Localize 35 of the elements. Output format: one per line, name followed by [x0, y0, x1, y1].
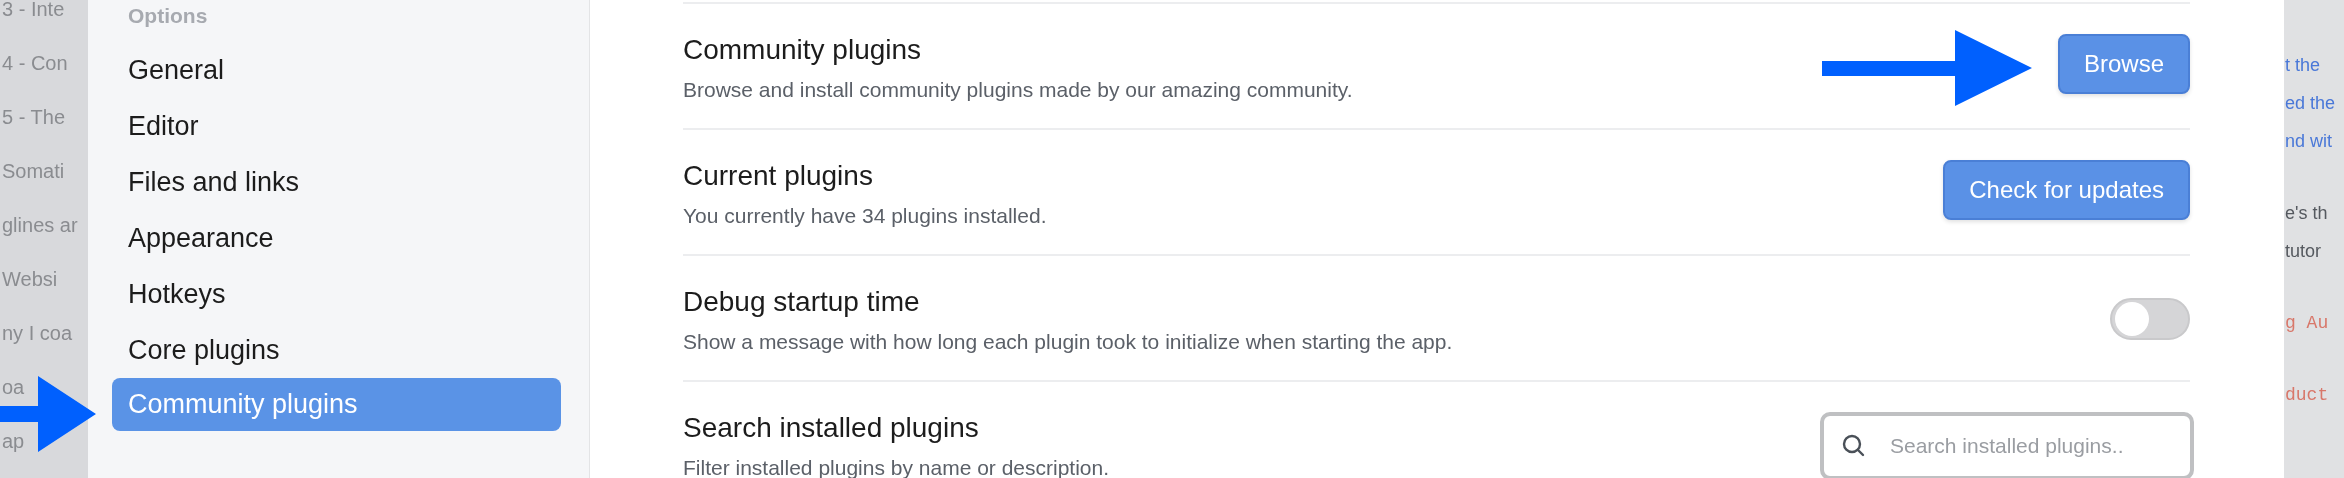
background-text: duct [2284, 384, 2329, 407]
sidebar-item[interactable]: General [112, 42, 561, 98]
setting-description: Show a message with how long each plugin took to initialize when starting the app. [683, 330, 1453, 354]
background-text: glines ar [1, 213, 78, 238]
arrow-icon [1822, 30, 2032, 106]
search-field[interactable]: Search installed plugins.. [1820, 412, 2194, 478]
toggle-switch[interactable] [2110, 298, 2190, 340]
setting-title: Current plugins [683, 160, 874, 192]
setting-title: Debug startup time [683, 286, 921, 318]
background-text: 5 - The [1, 105, 65, 130]
background-text: 4 - Con [1, 51, 68, 76]
background-text: nd wit [2284, 130, 2333, 153]
background-text: Somati [1, 159, 65, 184]
search-icon [1842, 434, 1866, 458]
background-text: 3 - Inte [1, 0, 65, 22]
setting-description: Browse and install community plugins made by our amazing community. [683, 78, 1353, 102]
sidebar-item[interactable]: Editor [112, 98, 561, 154]
sidebar-heading: Options [127, 3, 209, 29]
background-text: tutor [2284, 240, 2322, 263]
background-text: oa [1, 375, 25, 400]
sidebar-item[interactable]: Files and links [112, 154, 561, 210]
sidebar-item[interactable]: Hotkeys [112, 266, 561, 322]
background-text: Websi [1, 267, 58, 292]
setting-description: You currently have 34 plugins installed. [683, 204, 1047, 228]
sidebar-item[interactable]: Appearance [112, 210, 561, 266]
background-text: t the [2284, 54, 2321, 77]
setting-title: Search installed plugins [683, 412, 980, 444]
background-text: ap [1, 429, 25, 454]
background-text: ny I coa [1, 321, 73, 346]
background-text: e's th [2284, 202, 2328, 225]
sidebar-item[interactable]: Core plugins [112, 322, 561, 378]
background-text: ed the [2284, 92, 2336, 115]
setting-title: Community plugins [683, 34, 923, 66]
background-text: g Au [2284, 312, 2329, 335]
arrow-icon [0, 376, 96, 452]
